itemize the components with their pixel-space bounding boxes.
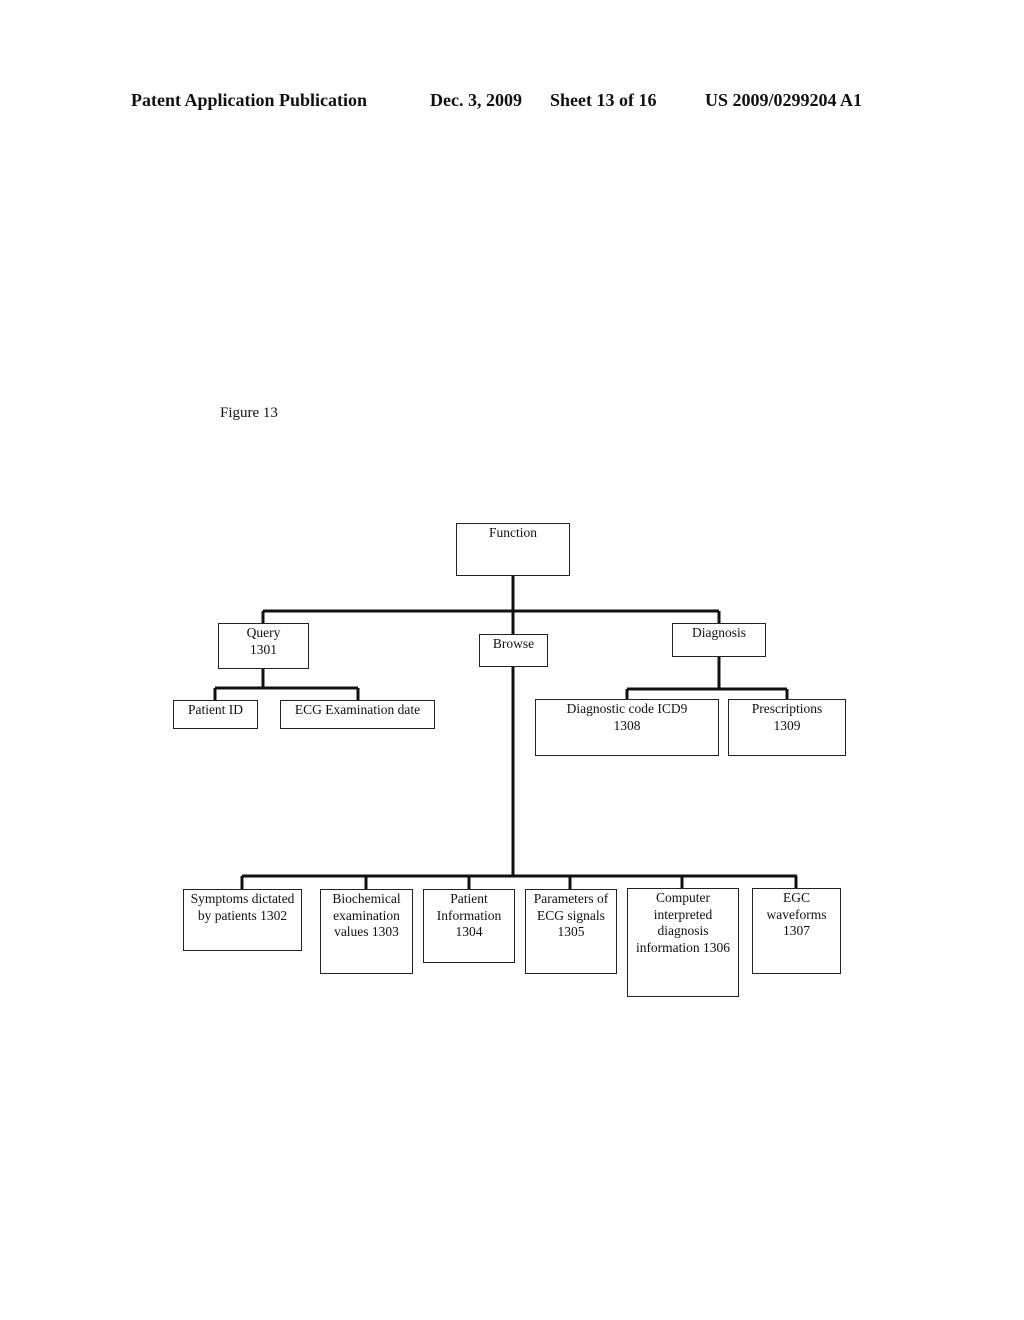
node-ecg-parameters-1305: Parameters of ECG signals 1305 [525,889,617,974]
node-text-line: interpreted [653,906,713,922]
node-text-line: EGC [783,890,810,905]
node-text-line: values 1303 [334,924,399,939]
node-text-line: by patients 1302 [197,907,288,923]
node-text-line: waveforms [766,906,827,922]
node-text-line: ECG signals [537,907,605,923]
node-label: Patient ID [187,702,244,717]
node-prescriptions: Prescriptions 1309 [728,699,846,756]
node-diagnosis: Diagnosis [672,623,766,657]
node-diagnostic-code-icd9: Diagnostic code ICD9 1308 [535,699,719,756]
node-ref: 1308 [613,717,641,733]
node-label: Query [246,625,281,640]
node-query: Query 1301 [218,623,309,669]
node-patient-information-1304: Patient Information 1304 [423,889,515,963]
node-symptoms-1302: Symptoms dictated by patients 1302 [183,889,302,951]
node-function: Function [456,523,570,576]
node-text-line: 1305 [557,924,585,939]
node-text-line: 1307 [783,923,810,938]
node-label: Function [488,525,537,540]
node-text-line: Computer [656,890,710,905]
node-text-line: Information [436,907,502,923]
node-text-line: Biochemical [332,891,401,906]
node-text-line: Symptoms dictated [190,891,295,906]
node-label: Browse [492,636,535,651]
node-text-line: information 1306 [635,939,731,955]
node-text-line: Patient [450,891,488,906]
node-text-line: examination [333,907,400,923]
node-text-line: diagnosis [657,923,709,938]
node-text-line: 1304 [455,924,483,939]
node-patient-id: Patient ID [173,700,258,729]
node-label: Diagnosis [692,625,746,640]
node-label: Diagnostic code ICD9 [566,701,688,716]
node-ecg-examination-date: ECG Examination date [280,700,435,729]
node-label: Prescriptions [751,701,823,716]
node-ref: 1301 [250,641,277,657]
node-computer-diagnosis-1306: Computer interpreted diagnosis informati… [627,888,739,997]
node-text-line: Parameters of [533,891,609,906]
node-biochemical-1303: Biochemical examination values 1303 [320,889,413,974]
node-label: ECG Examination date [294,702,421,717]
node-egc-waveforms-1307: EGC waveforms 1307 [752,888,841,974]
node-ref: 1309 [773,717,801,733]
node-browse: Browse [479,634,548,667]
